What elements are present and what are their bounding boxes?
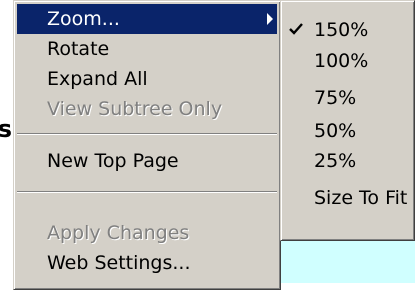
zoom-option-100[interactable]: 100% [284,46,411,77]
menu-item-apply-changes: Apply Changes [17,218,277,248]
menu-item-label: Zoom... [47,8,120,30]
menu-separator [17,133,277,135]
zoom-option-75[interactable]: 75% [284,83,411,114]
menu-item-web-settings[interactable]: Web Settings... [17,248,277,278]
zoom-option-label: 75% [314,87,357,109]
menu-item-new-top-page[interactable]: New Top Page [17,146,277,176]
menu-item-expand-all[interactable]: Expand All [17,64,277,94]
menu-item-label: Web Settings... [47,252,191,274]
background-panel [280,240,415,283]
zoom-option-label: 50% [314,120,357,142]
zoom-option-label: 150% [314,19,369,41]
menu-item-label: Expand All [47,68,148,90]
zoom-option-label: Size To Fit [314,187,408,209]
zoom-option-size-to-fit[interactable]: Size To Fit [284,183,411,214]
context-menu: Zoom... Rotate Expand All View Subtree O… [13,0,281,290]
zoom-option-25[interactable]: 25% [284,146,411,177]
zoom-option-label: 100% [314,50,369,72]
menu-item-label: New Top Page [47,150,179,172]
background-partial-text: s [0,115,12,143]
checkmark-icon [289,23,303,35]
menu-item-zoom[interactable]: Zoom... [17,4,277,34]
menu-item-view-subtree-only: View Subtree Only [17,94,277,124]
menu-item-rotate[interactable]: Rotate [17,34,277,64]
chevron-right-icon [267,13,273,25]
menu-item-label: Rotate [47,38,110,60]
zoom-option-50[interactable]: 50% [284,116,411,147]
zoom-option-150[interactable]: 150% [284,15,411,46]
zoom-submenu: 150% 100% 75% 50% 25% Size To Fit [280,0,415,241]
zoom-option-label: 25% [314,150,357,172]
menu-item-label: Apply Changes [47,222,190,244]
menu-item-label: View Subtree Only [47,98,223,120]
menu-separator [17,191,277,193]
